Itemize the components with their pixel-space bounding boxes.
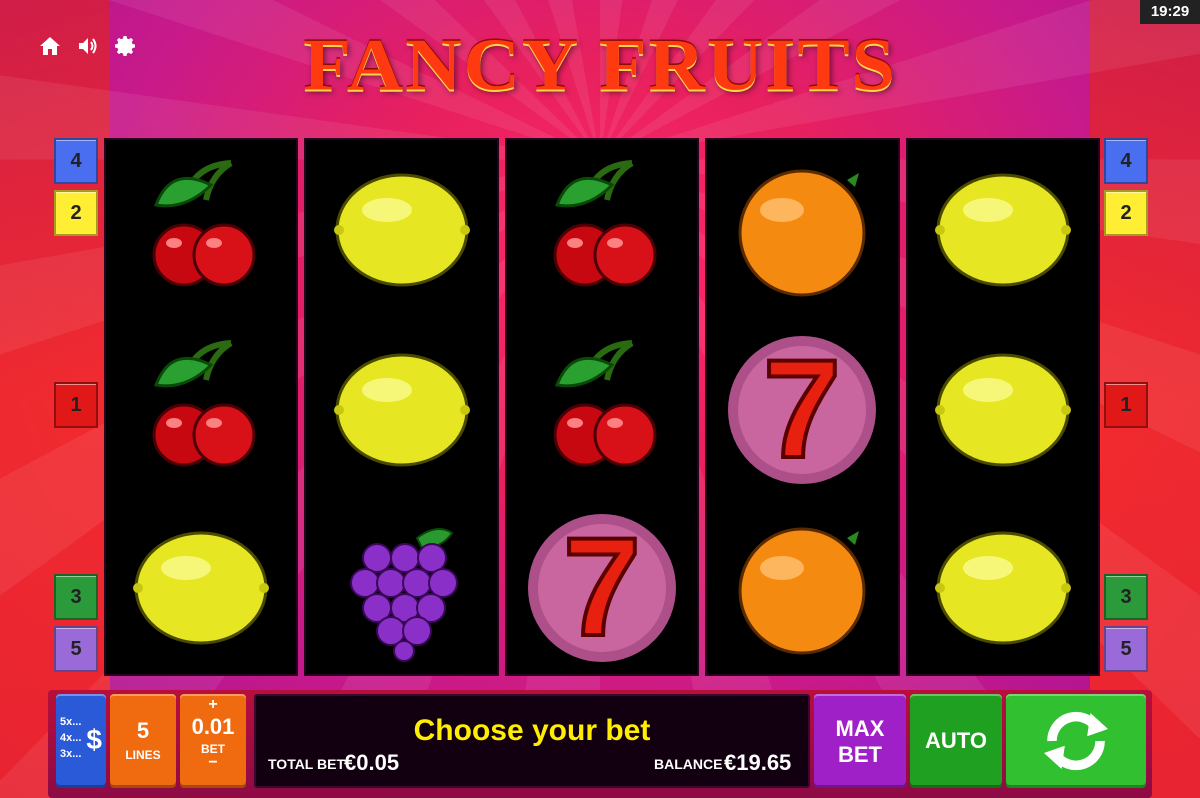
left-payline-marker-1[interactable]: 1 [54, 382, 98, 428]
reel-3: 7 [504, 138, 700, 676]
orange-icon [707, 498, 897, 674]
denomination-5x: 5x... [60, 716, 82, 728]
refresh-icon [1044, 711, 1108, 771]
seven-icon: 7 [507, 498, 697, 674]
max-bet-button[interactable]: MAX BET [814, 694, 906, 788]
reel-grid: 77 [104, 138, 1101, 676]
denomination-button[interactable]: 5x... 4x... 3x... $ [56, 694, 106, 788]
cherry-icon [507, 140, 697, 320]
cherry-icon [106, 140, 296, 320]
lines-label: LINES [125, 748, 161, 762]
reel-2 [304, 138, 499, 676]
info-panel: Choose your bet TOTAL BET €0.05 BALANCE … [254, 694, 810, 788]
right-payline-marker-5[interactable]: 5 [1104, 626, 1148, 672]
left-payline-marker-5[interactable]: 5 [54, 626, 98, 672]
lemon-icon [908, 498, 1098, 674]
reel-5 [905, 138, 1101, 676]
left-payline-marker-2[interactable]: 2 [54, 190, 98, 236]
svg-text:7: 7 [563, 513, 641, 663]
status-clock: 19:29 [1140, 0, 1200, 24]
bet-stepper[interactable]: + 0.01 BET − [180, 694, 246, 788]
grapes-icon [306, 498, 496, 674]
max-bet-line2: BET [838, 742, 882, 767]
dollar-icon: $ [86, 724, 102, 755]
lines-value: 5 [136, 718, 150, 743]
right-payline-marker-3[interactable]: 3 [1104, 574, 1148, 620]
lemon-icon [908, 140, 1098, 320]
svg-text:7: 7 [763, 335, 841, 485]
cherry-icon [507, 320, 697, 500]
lines-button[interactable]: 5 LINES [110, 694, 176, 788]
balance-label: BALANCE [654, 756, 723, 772]
denomination-4x: 4x... [60, 732, 82, 744]
lemon-icon [908, 320, 1098, 500]
balance-value: €19.65 [724, 750, 792, 775]
total-bet-value: €0.05 [344, 750, 400, 775]
control-bar: 5x... 4x... 3x... $ 5 LINES + 0.01 BET −… [48, 690, 1152, 798]
reel-4: 7 [705, 138, 900, 676]
left-payline-marker-3[interactable]: 3 [54, 574, 98, 620]
orange-icon [707, 140, 897, 320]
right-payline-marker-4[interactable]: 4 [1104, 138, 1148, 184]
auto-play-button[interactable]: AUTO [910, 694, 1002, 788]
reel-1 [104, 138, 299, 676]
total-bet-label: TOTAL BET [268, 756, 345, 772]
lemon-icon [306, 320, 496, 500]
right-payline-marker-1[interactable]: 1 [1104, 382, 1148, 428]
left-payline-marker-4[interactable]: 4 [54, 138, 98, 184]
seven-icon: 7 [707, 320, 897, 500]
status-message: Choose your bet [413, 714, 651, 747]
bet-minus-button[interactable]: − [180, 754, 246, 772]
lemon-icon [306, 140, 496, 320]
lemon-icon [106, 498, 296, 674]
bet-plus-button[interactable]: + [180, 696, 246, 714]
max-bet-line1: MAX [835, 716, 885, 741]
spin-button[interactable] [1006, 694, 1146, 788]
game-logo: FANCY FRUITS [303, 23, 897, 106]
auto-label: AUTO [925, 728, 987, 753]
cherry-icon [106, 320, 296, 500]
denomination-3x: 3x... [60, 748, 82, 760]
right-payline-marker-2[interactable]: 2 [1104, 190, 1148, 236]
bet-value: 0.01 [191, 714, 235, 739]
